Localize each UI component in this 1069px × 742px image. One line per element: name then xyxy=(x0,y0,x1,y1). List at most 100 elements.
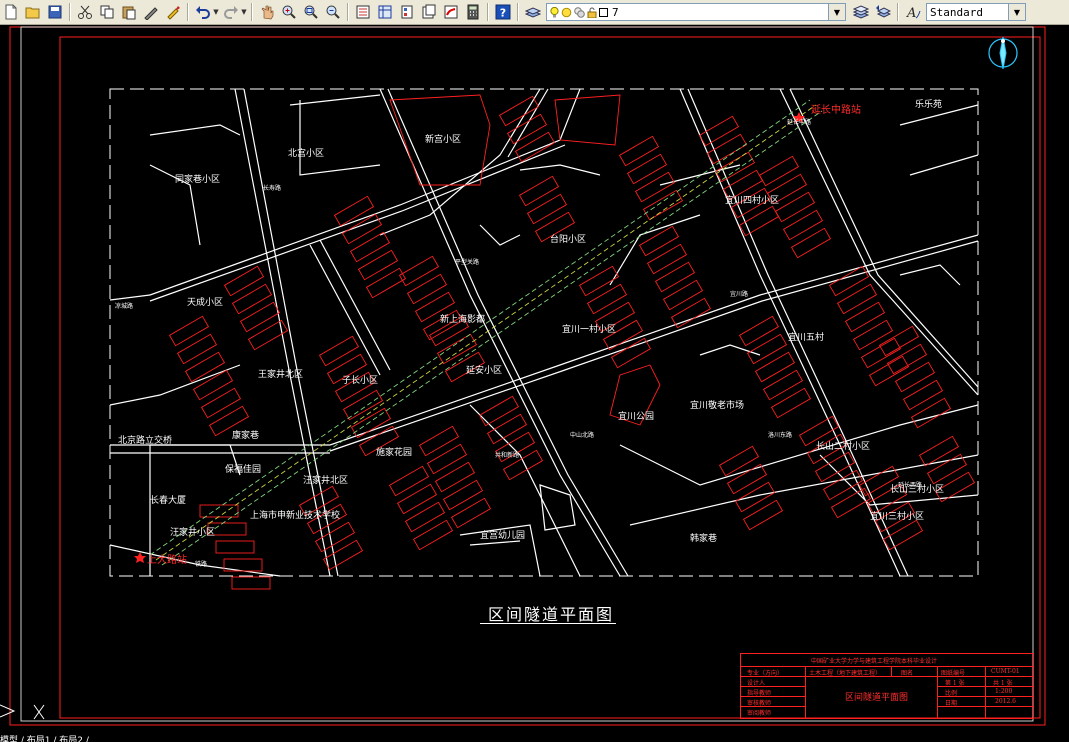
area-label: 汪家井北区 xyxy=(303,476,349,486)
sheet-set-icon[interactable] xyxy=(420,3,438,21)
help-icon[interactable]: ? xyxy=(494,3,512,21)
viewport-freeze-icon[interactable] xyxy=(574,6,585,18)
copy-icon[interactable] xyxy=(98,3,116,21)
building-outline xyxy=(852,319,894,351)
area-label: 同家巷小区 xyxy=(175,175,221,185)
text-style-dropdown[interactable]: Standard ▼ xyxy=(926,3,1026,21)
road-line xyxy=(699,344,761,356)
title-block-rule xyxy=(741,666,1033,667)
layout-tabs[interactable]: 模型 / 布局1 / 布局2 / xyxy=(0,733,180,742)
area-label: 上海市申新业技术学校 xyxy=(250,511,341,521)
tool-palettes-icon[interactable] xyxy=(398,3,416,21)
area-label: 韩家巷 xyxy=(690,534,718,544)
road-line xyxy=(289,94,381,106)
brush-icon[interactable] xyxy=(164,3,182,21)
toolbar-separator xyxy=(251,3,253,21)
svg-text:A: A xyxy=(906,6,916,20)
area-label: 施家花园 xyxy=(376,448,413,458)
building-outline xyxy=(398,255,440,287)
building-outline xyxy=(318,335,360,367)
road-line xyxy=(779,88,979,396)
zoom-previous-icon[interactable] xyxy=(324,3,342,21)
area-label: 宜川敬老市场 xyxy=(690,401,745,411)
north-compass-icon xyxy=(988,36,1018,70)
unlock-icon[interactable] xyxy=(587,7,597,18)
ucs-icon xyxy=(0,704,45,720)
new-icon[interactable] xyxy=(2,3,20,21)
building-outline xyxy=(450,497,492,529)
open-icon[interactable] xyxy=(24,3,42,21)
tb-row4-left: 审阅教师 xyxy=(747,710,772,717)
redo-dropdown-icon[interactable]: ▼ xyxy=(240,3,248,21)
plan-title: 区间隧道平面图 xyxy=(488,605,615,624)
layer-manager-icon[interactable] xyxy=(524,3,542,21)
tb-row0-c3: CUMT-01 xyxy=(991,668,1020,675)
street-label: 延长西路 xyxy=(898,482,923,489)
cut-icon[interactable] xyxy=(76,3,94,21)
tb-row3-c3: 2012.6 xyxy=(995,698,1016,705)
road-line xyxy=(479,224,521,246)
redo-icon[interactable] xyxy=(222,3,240,21)
zoom-realtime-icon[interactable] xyxy=(280,3,298,21)
building-outline xyxy=(646,243,688,275)
area-label: 宜宫幼儿园 xyxy=(480,531,526,541)
calculator-icon[interactable] xyxy=(464,3,482,21)
pan-icon[interactable] xyxy=(258,3,276,21)
tb-drawing-name: 区间隧道平面图 xyxy=(845,693,909,703)
building-outline xyxy=(365,267,407,299)
area-label: 康家巷 xyxy=(232,431,260,441)
text-style-dropdown-arrow[interactable]: ▼ xyxy=(1008,4,1025,20)
building-outline xyxy=(742,499,784,531)
building-outline xyxy=(860,337,902,369)
match-properties-icon[interactable] xyxy=(142,3,160,21)
building-outline xyxy=(314,521,356,553)
undo-dropdown-icon[interactable]: ▼ xyxy=(212,3,220,21)
drawing-canvas[interactable]: 新宫小区 北宫小区 同家巷小区 天成小区 台阳小区 宜川四村小区 宜川一村小区 宜川五村 新上海… xyxy=(0,25,1069,742)
markup-icon[interactable] xyxy=(442,3,460,21)
layer-dropdown[interactable]: 7 ▼ xyxy=(546,3,846,21)
building-outline xyxy=(790,227,832,259)
building-outline xyxy=(404,501,446,533)
street-label: 洛川东路 xyxy=(768,432,793,439)
properties-icon[interactable] xyxy=(354,3,372,21)
lightbulb-on-icon[interactable] xyxy=(550,6,559,18)
tb-row2-left: 指导教师 xyxy=(747,690,772,697)
building-outline xyxy=(638,225,680,257)
paste-icon[interactable] xyxy=(120,3,138,21)
text-style-icon[interactable]: A xyxy=(904,3,922,21)
building-outline xyxy=(844,301,886,333)
building-outline xyxy=(526,193,568,225)
save-icon[interactable] xyxy=(46,3,64,21)
area-label: 台阳小区 xyxy=(550,235,587,245)
building-outline xyxy=(618,135,660,167)
street-label: 中山北路 xyxy=(570,432,595,439)
layer-dropdown-arrow[interactable]: ▼ xyxy=(828,4,845,20)
north-station-label: 延长中路站 xyxy=(811,105,861,116)
building-outline xyxy=(642,189,684,221)
tb-row3-left: 审核教师 xyxy=(747,700,772,707)
tb-row0-c2: 图纸编号 xyxy=(941,670,966,677)
building-outline xyxy=(758,155,800,187)
design-center-icon[interactable] xyxy=(376,3,394,21)
building-outline xyxy=(738,315,780,347)
area-label: 宜川公园 xyxy=(618,412,655,422)
building-outline xyxy=(342,389,384,421)
toolbar-separator xyxy=(187,3,189,21)
building-outline xyxy=(762,369,804,401)
tunnel-centerline xyxy=(155,104,817,561)
tb-row2-c3: 1:200 xyxy=(995,688,1013,695)
sun-thaw-icon[interactable] xyxy=(561,7,572,18)
layer-previous-icon[interactable] xyxy=(874,3,892,21)
undo-icon[interactable] xyxy=(194,3,212,21)
building-outline xyxy=(184,351,226,383)
tb-row0-mid: 土木工程（地下建筑工程） xyxy=(809,670,882,677)
zoom-window-icon[interactable] xyxy=(302,3,320,21)
building-outline xyxy=(322,539,364,571)
area-label: 保福佳园 xyxy=(225,465,262,475)
road-line xyxy=(234,88,331,577)
building-outline xyxy=(830,487,872,519)
make-object-layer-current-icon[interactable] xyxy=(852,3,870,21)
street-label: 延长中路 xyxy=(787,119,812,126)
road-line xyxy=(309,244,381,376)
area-label: 延安小区 xyxy=(466,366,503,376)
